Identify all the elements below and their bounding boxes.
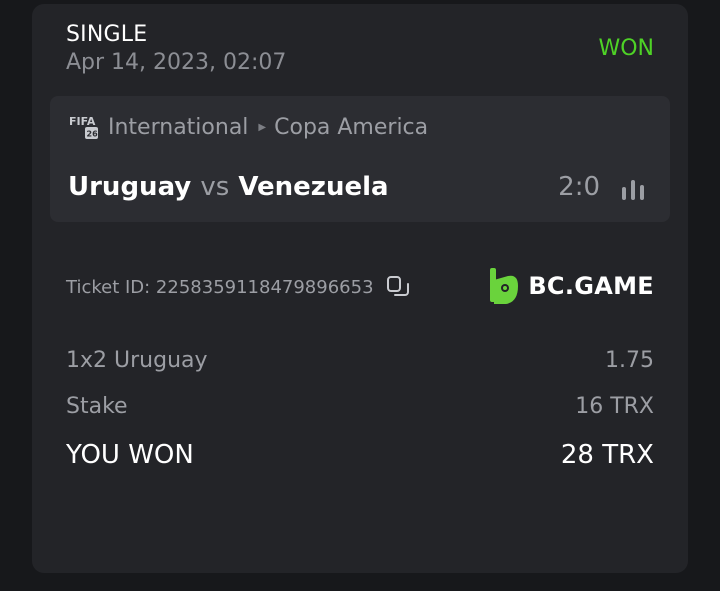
winnings-label: YOU WON	[66, 440, 194, 470]
bc-game-logo-icon	[490, 268, 519, 304]
stats-bars-icon[interactable]	[620, 178, 646, 202]
bc-game-logo: BC.GAME	[488, 266, 654, 306]
vs-label: vs	[200, 172, 230, 202]
bet-type: SINGLE	[66, 22, 148, 47]
ticket-id: Ticket ID: 2258359118479896653	[66, 276, 374, 298]
bc-game-logo-text: BC.GAME	[528, 272, 654, 300]
svg-text:FIFA: FIFA	[69, 115, 96, 128]
selection-label: 1x2 Uruguay	[66, 348, 208, 373]
selection-odds: 1.75	[605, 348, 654, 373]
bet-ticket-card: SINGLE Apr 14, 2023, 02:07 WON FIFA 26 I…	[32, 4, 688, 573]
bet-date: Apr 14, 2023, 02:07	[66, 50, 287, 75]
caret-right-icon: ▶	[258, 121, 267, 133]
bet-selection-row: 1x2 Uruguay 1.75	[66, 348, 654, 373]
winnings-value: 28 TRX	[560, 440, 654, 470]
event-category[interactable]: International	[108, 115, 248, 140]
home-team: Uruguay	[68, 172, 192, 202]
stake-row: Stake 16 TRX	[66, 394, 654, 419]
event-box[interactable]: FIFA 26 International ▶ Copa America Uru…	[50, 96, 670, 222]
event-breadcrumb: FIFA 26 International ▶ Copa America	[68, 113, 428, 141]
fifa-logo-icon: FIFA 26	[69, 115, 99, 139]
ticket-id-row: Ticket ID: 2258359118479896653	[66, 274, 410, 300]
away-team: Venezuela	[238, 172, 389, 202]
stake-label: Stake	[66, 394, 128, 419]
match-score: 2:0	[558, 172, 600, 202]
copy-icon[interactable]	[386, 274, 410, 300]
match-teams: Uruguay vs Venezuela	[68, 172, 389, 202]
event-league[interactable]: Copa America	[274, 115, 428, 140]
bet-status-badge: WON	[598, 36, 654, 61]
winnings-row: YOU WON 28 TRX	[66, 440, 654, 470]
stake-value: 16 TRX	[575, 394, 654, 419]
svg-text:26: 26	[87, 130, 99, 139]
